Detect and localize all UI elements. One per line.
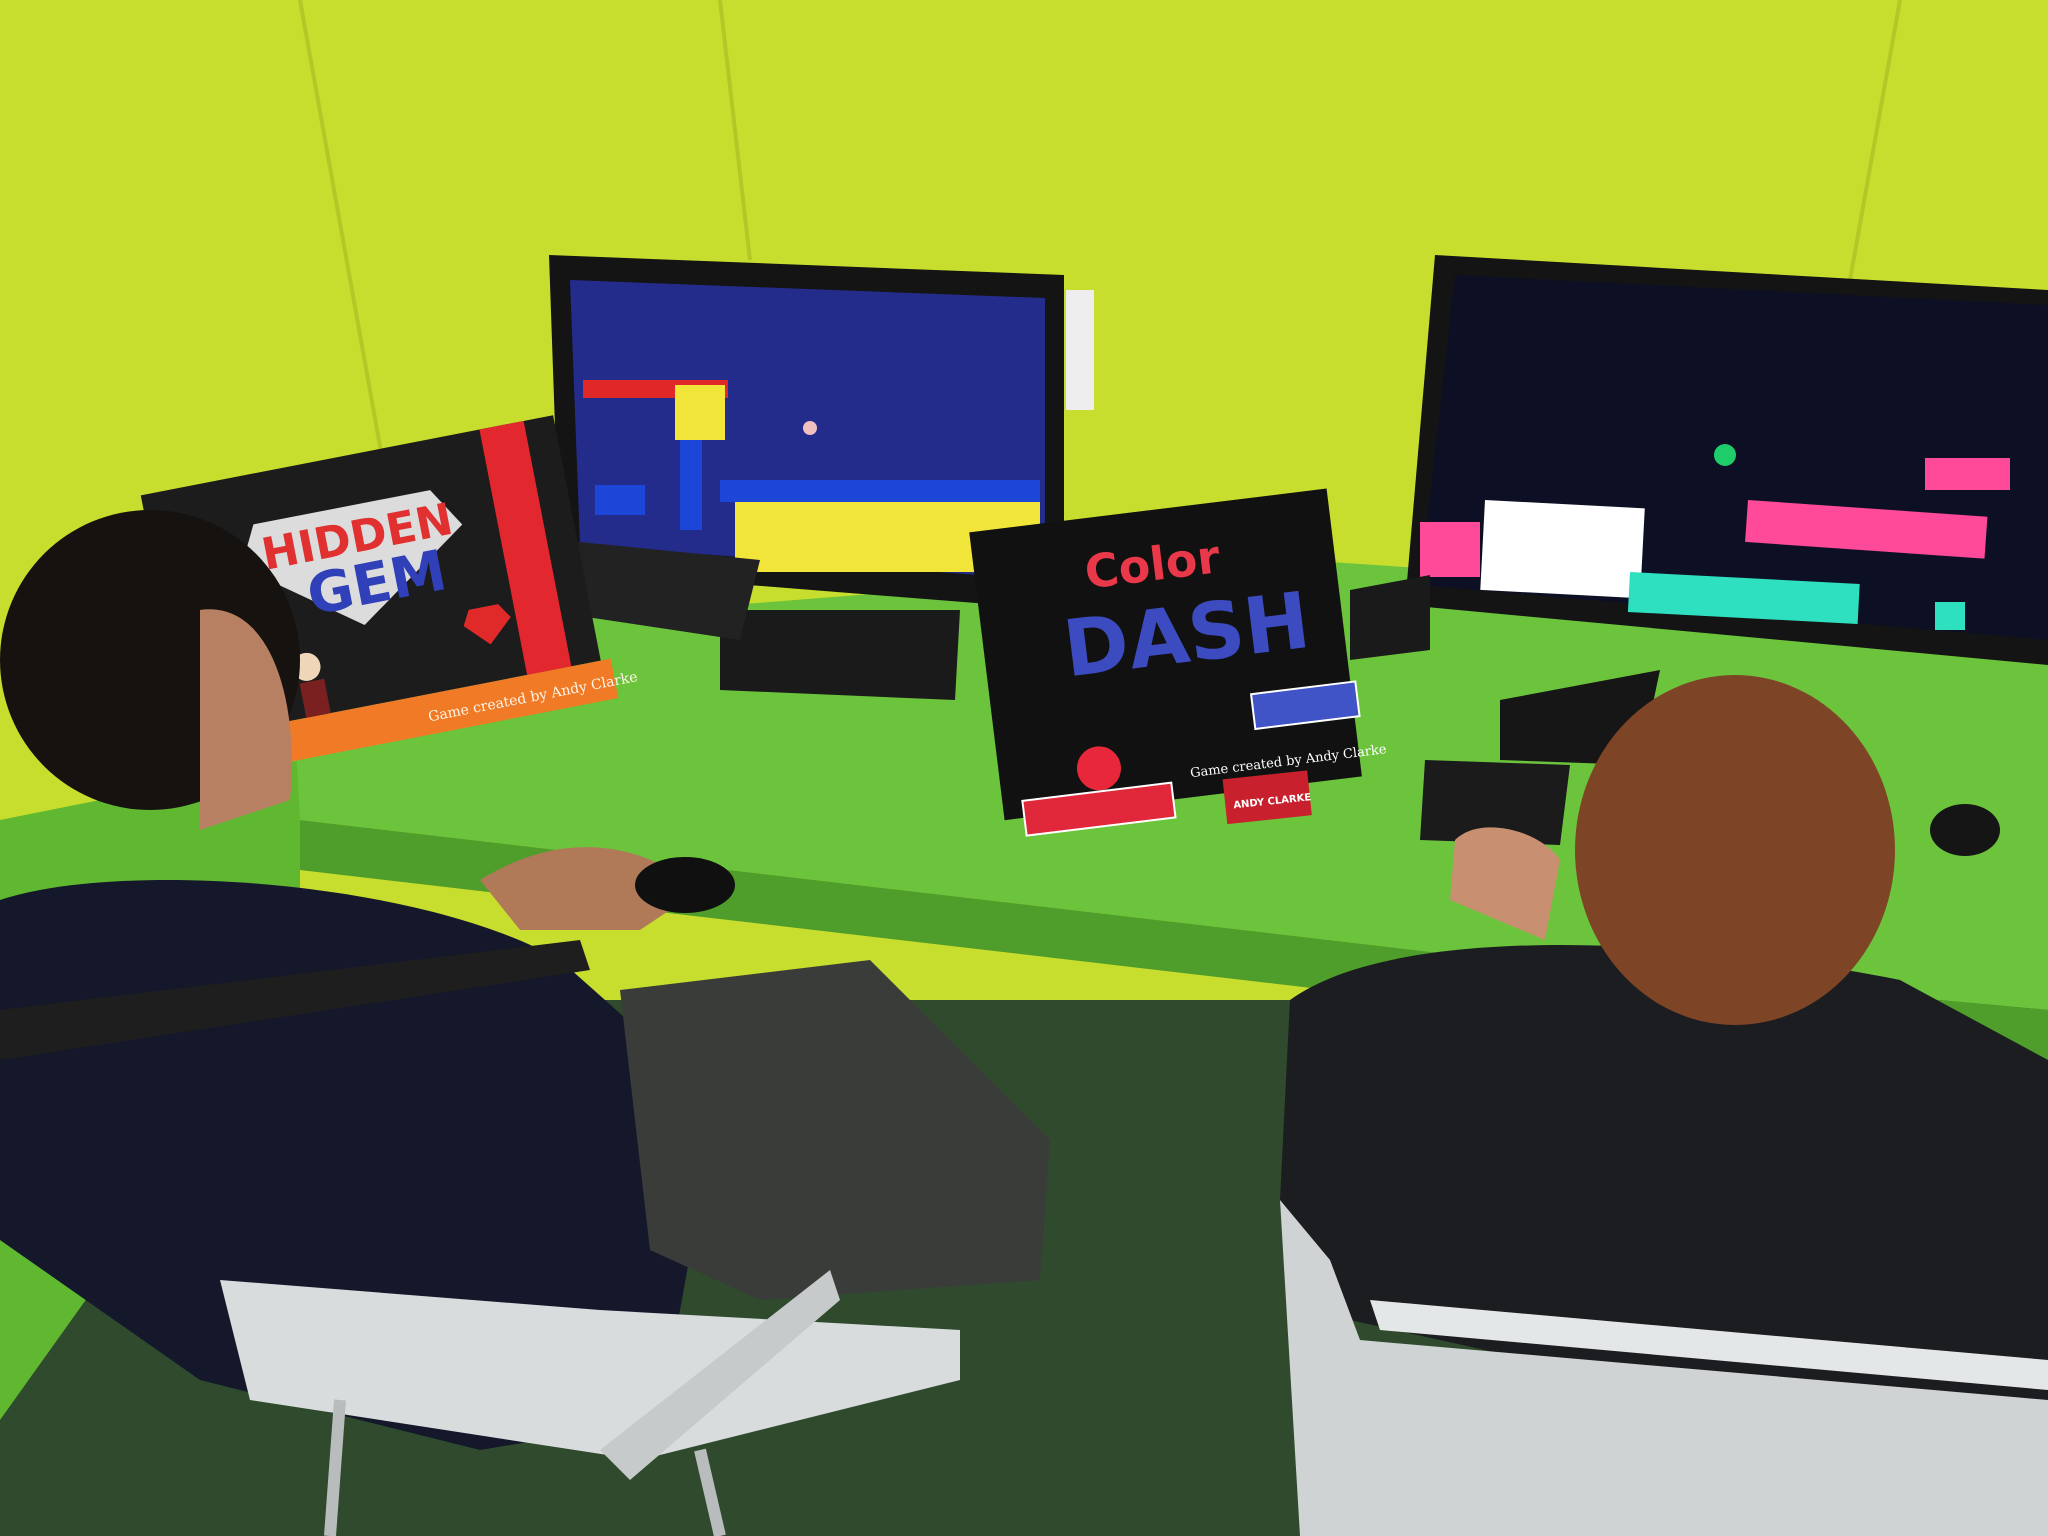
player-sprite <box>803 421 817 435</box>
mouse <box>1930 804 2000 856</box>
pc-tower <box>1350 575 1430 660</box>
photo-scene: HIDDEN GEM Game created by Andy Clarke C… <box>0 0 2048 1536</box>
paper-note <box>1066 290 1094 410</box>
hair <box>1575 675 1895 1025</box>
game-controller-icon <box>635 857 735 913</box>
green-ball <box>1714 444 1736 466</box>
monitor-stand <box>720 610 960 700</box>
nameplate: ANDY CLARKE <box>1222 770 1312 825</box>
